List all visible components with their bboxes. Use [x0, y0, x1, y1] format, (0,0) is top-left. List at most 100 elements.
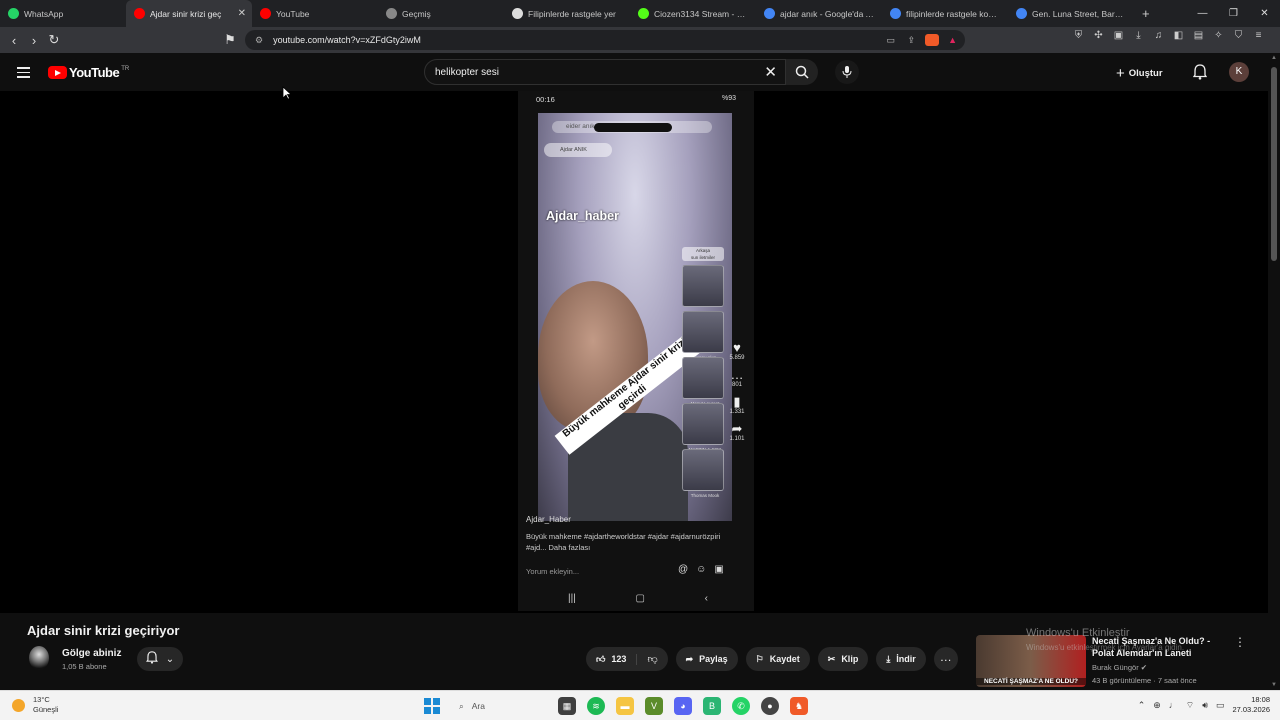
- youtube-play-icon: [48, 66, 67, 79]
- voice-search-button[interactable]: [835, 60, 859, 84]
- media-icon[interactable]: ♫: [1153, 30, 1164, 41]
- url-field[interactable]: ⚙ youtube.com/watch?v=xZFdGty2iwM ▭ ⇪ ▲: [245, 30, 965, 50]
- sidebar-icon[interactable]: ◧: [1173, 30, 1184, 41]
- tab-favicon-icon: [638, 8, 649, 19]
- tray-network-icon[interactable]: ⊕: [1153, 700, 1161, 711]
- verified-icon: ✔: [1140, 663, 1148, 672]
- browser-tab[interactable]: WhatsApp: [0, 0, 126, 27]
- channel-name[interactable]: Gölge abiniz: [62, 648, 121, 659]
- tray-volume-icon[interactable]: 🔊︎: [1202, 700, 1208, 711]
- scroll-down-arrow[interactable]: ▼: [1271, 682, 1277, 688]
- phone-rail-icon: …: [730, 367, 744, 382]
- account-avatar[interactable]: K: [1229, 62, 1249, 82]
- browser-tab[interactable]: filipinlerde rastgele konur: [882, 0, 1008, 27]
- subscription-bell-button[interactable]: ⌄: [137, 647, 183, 671]
- browser-tab[interactable]: Filipinlerde rastgele yer: [504, 0, 630, 27]
- task-view-icon[interactable]: ▦: [558, 697, 576, 715]
- clip-button[interactable]: ✂ Klip: [817, 647, 869, 671]
- sun-icon: [12, 698, 25, 712]
- browser-tab[interactable]: ajdar anık - Google'da Ara: [756, 0, 882, 27]
- cast-icon[interactable]: ▭: [886, 35, 895, 46]
- tab-favicon-icon: [1016, 8, 1027, 19]
- search-button[interactable]: [786, 59, 818, 85]
- more-actions-button[interactable]: …: [933, 647, 958, 671]
- download-button[interactable]: ⤓ İndir: [876, 647, 926, 671]
- download-icon[interactable]: ⤓: [1133, 30, 1144, 41]
- phone-rail-count: 801: [731, 382, 742, 388]
- recommended-more-icon[interactable]: ⋮: [1234, 635, 1246, 649]
- video-player[interactable]: 00:16 %93 eider anık kufur Ajdar ANIK Aj…: [0, 91, 1268, 613]
- close-tab-icon[interactable]: ✕: [238, 8, 246, 19]
- forward-button[interactable]: ›: [24, 33, 44, 48]
- hamburger-menu-icon[interactable]: [17, 67, 30, 81]
- bookmark-icon[interactable]: ⚑: [220, 32, 240, 48]
- vim-icon[interactable]: V: [645, 697, 663, 715]
- like-button[interactable]: 👍︎ 123: [586, 653, 638, 665]
- save-button[interactable]: ⚐ Kaydet: [745, 647, 810, 671]
- browser-tab[interactable]: Gen. Luna Street, Barangay: [1008, 0, 1134, 27]
- whatsapp-business-icon[interactable]: B: [703, 697, 721, 715]
- minimize-button[interactable]: —: [1187, 0, 1218, 27]
- youtube-logo[interactable]: YouTube TR: [48, 65, 129, 80]
- tray-battery-icon[interactable]: ▭: [1216, 700, 1225, 711]
- new-tab-button[interactable]: +: [1142, 6, 1150, 21]
- create-button[interactable]: + Oluştur: [1116, 63, 1163, 83]
- site-info-icon[interactable]: ⚙: [255, 35, 263, 46]
- browser-tab[interactable]: Ajdar sinir krizi geç ✕: [126, 0, 252, 27]
- phone-rail-item: ▮ 1.331: [726, 395, 748, 416]
- phone-status-battery: %93: [721, 95, 736, 102]
- whatsapp-icon[interactable]: ✆: [732, 697, 750, 715]
- windows-start-icon[interactable]: [424, 698, 440, 714]
- live-guest-tiles: Arkaşasun iletmiler Sunay AkınMesut Laur…: [682, 247, 726, 498]
- browser-tab[interactable]: Geçmiş: [378, 0, 504, 27]
- browser-tab[interactable]: YouTube: [252, 0, 378, 27]
- search-input[interactable]: helikopter sesi ✕: [424, 59, 786, 85]
- wallet-icon[interactable]: ▣: [1113, 30, 1124, 41]
- leo-ai-icon[interactable]: ✧: [1213, 30, 1224, 41]
- obs-icon[interactable]: ●: [761, 697, 779, 715]
- back-button[interactable]: ‹: [4, 33, 24, 48]
- taskbar-search[interactable]: ⌕ Ara: [451, 695, 547, 717]
- taskbar-clock[interactable]: 18:08 27.03.2026: [1232, 695, 1270, 715]
- weather-widget[interactable]: 13°C Güneşli: [12, 695, 58, 715]
- tray-wifi-icon[interactable]: ⌔: [1186, 700, 1194, 711]
- discord-icon[interactable]: ◕: [674, 697, 692, 715]
- weather-temp: 13°C: [33, 695, 50, 704]
- dislike-button[interactable]: 👎︎: [637, 653, 667, 665]
- save-label: Kaydet: [769, 654, 800, 664]
- recommended-video[interactable]: NECATİ ŞAŞMAZ'A NE OLDU? Necati Şaşmaz'a…: [976, 633, 1266, 689]
- vpn-icon[interactable]: ⛨: [1073, 30, 1084, 41]
- tab-label: Gen. Luna Street, Barangay: [1032, 8, 1126, 19]
- windows-activation-text: Windows'u etkinleştirmek için Ayarlar'a …: [1026, 643, 1185, 652]
- recommended-channel[interactable]: Burak Güngör ✔: [1092, 663, 1147, 672]
- extensions-icon[interactable]: ✣: [1093, 30, 1104, 41]
- microphone-icon: [842, 66, 852, 78]
- notifications-button[interactable]: [1192, 64, 1208, 85]
- scroll-thumb[interactable]: [1271, 67, 1277, 261]
- brave-browser-icon[interactable]: ♞: [790, 697, 808, 715]
- file-explorer-icon[interactable]: ▬: [616, 697, 634, 715]
- browser-tab[interactable]: Ciozen3134 Stream - Wat: [630, 0, 756, 27]
- share-icon[interactable]: ⇪: [907, 35, 915, 46]
- close-window-button[interactable]: ✕: [1249, 0, 1280, 27]
- menu-icon[interactable]: ≡: [1253, 30, 1264, 41]
- tray-mic-icon[interactable]: ♩: [1169, 700, 1178, 710]
- system-tray: ⌃ ⊕ ♩ ⌔ 🔊︎ ▭ 18:08 27.03.2026: [1138, 695, 1270, 715]
- wallet-card-icon[interactable]: ▤: [1193, 30, 1204, 41]
- download-arrow-icon: ⤓: [886, 653, 891, 664]
- brave-rewards-icon[interactable]: ▲: [948, 35, 957, 45]
- share-button[interactable]: ➦ Paylaş: [675, 647, 738, 671]
- maximize-button[interactable]: ❐: [1218, 0, 1249, 27]
- bell-outline-icon: [145, 651, 158, 667]
- scroll-up-arrow[interactable]: ▲: [1271, 55, 1277, 61]
- clear-search-icon[interactable]: ✕: [764, 63, 777, 81]
- reload-button[interactable]: ↻: [44, 32, 64, 48]
- windows-taskbar: 13°C Güneşli ⌕ Ara ▦ ≋ ▬ V ◕ B ✆ ● ♞ ⌃ ⊕…: [0, 690, 1280, 720]
- channel-avatar[interactable]: [29, 646, 49, 670]
- phone-user-chip: Ajdar ANIK: [544, 143, 612, 157]
- tray-chevron-icon[interactable]: ⌃: [1138, 700, 1146, 711]
- shield-settings-icon[interactable]: ⛉: [1233, 30, 1244, 41]
- brave-shield-icon[interactable]: [925, 34, 939, 46]
- spotify-icon[interactable]: ≋: [587, 697, 605, 715]
- page-scrollbar[interactable]: ▲ ▼: [1268, 53, 1280, 690]
